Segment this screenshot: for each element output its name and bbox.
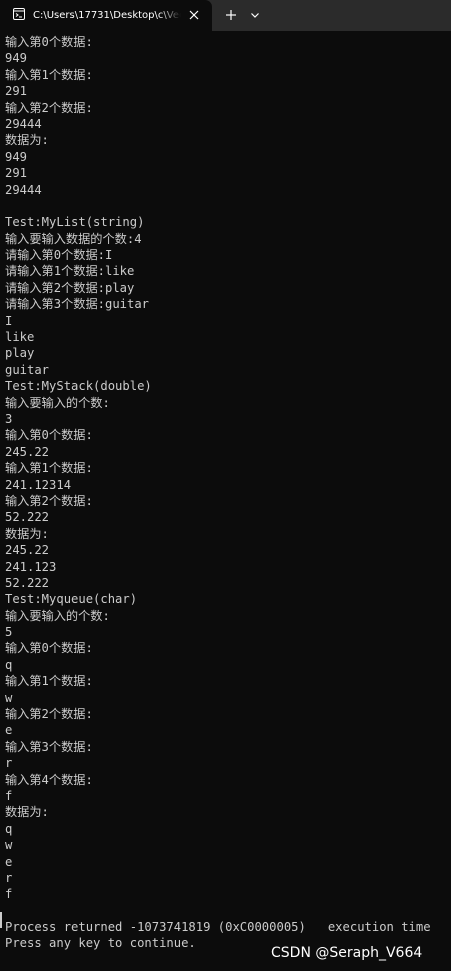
console-line: Test:MyList(string) [5, 215, 145, 230]
console-line: 241.123 [5, 559, 57, 574]
console-line: 请输入第2个数据:play [5, 280, 135, 295]
console-line: f [5, 887, 13, 902]
console-line: guitar [5, 362, 50, 377]
console-line: 245.22 [5, 444, 50, 459]
console-line: e [5, 723, 13, 738]
console-line: 输入第0个数据: [5, 428, 93, 443]
text-cursor [0, 912, 2, 928]
console-line: 输入第0个数据: [5, 35, 93, 49]
console-line: 输入第2个数据: [5, 100, 93, 115]
chevron-down-icon[interactable] [248, 7, 262, 23]
console-line: Test:MyStack(double) [5, 379, 152, 394]
console-line: play [5, 346, 35, 361]
tab-bar: C:\Users\17731\Desktop\c\Vector [0, 0, 451, 31]
close-icon[interactable] [187, 8, 201, 22]
watermark: CSDN @Seraph_V664 [271, 945, 423, 961]
console-line: 5 [5, 625, 13, 640]
plus-icon[interactable] [222, 6, 240, 24]
console-line: r [5, 870, 13, 885]
console-line: 输入第0个数据: [5, 641, 93, 656]
console-line: 29444 [5, 182, 42, 197]
console-line: 输入要输入数据的个数:4 [5, 231, 142, 246]
console-line: 52.222 [5, 575, 50, 590]
console-line: 52.222 [5, 510, 50, 525]
console-line: e [5, 854, 13, 869]
console-line: 输入第2个数据: [5, 493, 93, 508]
console-line: 请输入第1个数据:like [5, 264, 135, 279]
console-line: I [5, 313, 13, 328]
console-line: 输入第1个数据: [5, 461, 93, 476]
console-line: like [5, 330, 35, 345]
console-line: 数据为: [5, 526, 49, 541]
console-line: 数据为: [5, 133, 49, 148]
console-line: 949 [5, 51, 28, 66]
console-line: 请输入第0个数据:I [5, 248, 113, 263]
console-line: w [5, 838, 13, 853]
console-line: 输入第3个数据: [5, 739, 93, 754]
console-line: f [5, 788, 13, 803]
console-line: 3 [5, 411, 13, 426]
console-line: 输入第1个数据: [5, 67, 93, 82]
console-line: Test:Myqueue(char) [5, 592, 138, 607]
console-line: 数据为: [5, 805, 49, 820]
terminal-window: C:\Users\17731\Desktop\c\Vector 输入第0个数据:… [0, 0, 451, 971]
console-line: r [5, 756, 13, 771]
console-line: 输入第2个数据: [5, 707, 93, 722]
console-line: 输入要输入的个数: [5, 608, 110, 623]
console-line: 241.12314 [5, 477, 72, 492]
tab-title: C:\Users\17731\Desktop\c\Vector [33, 10, 181, 21]
console-line: q [5, 657, 13, 672]
console-output[interactable]: 输入第0个数据: 949 输入第1个数据: 291 输入第2个数据: 29444 数据为: 9… [5, 34, 451, 971]
active-tab[interactable]: C:\Users\17731\Desktop\c\Vector [0, 0, 212, 31]
console-line: 291 [5, 166, 28, 181]
console-line: q [5, 821, 13, 836]
console-line: 请输入第3个数据:guitar [5, 297, 150, 312]
console-line: w [5, 690, 13, 705]
console-line: 输入第1个数据: [5, 674, 93, 689]
console-line: 245.22 [5, 543, 50, 558]
console-line: 输入第4个数据: [5, 772, 93, 787]
console-line: 949 [5, 149, 28, 164]
console-line: 29444 [5, 116, 42, 131]
console-line: 输入要输入的个数: [5, 395, 110, 410]
console-line: Process returned -1073741819 (0xC0000005… [5, 920, 431, 935]
terminal-icon [13, 8, 25, 20]
console-line: 291 [5, 84, 28, 99]
